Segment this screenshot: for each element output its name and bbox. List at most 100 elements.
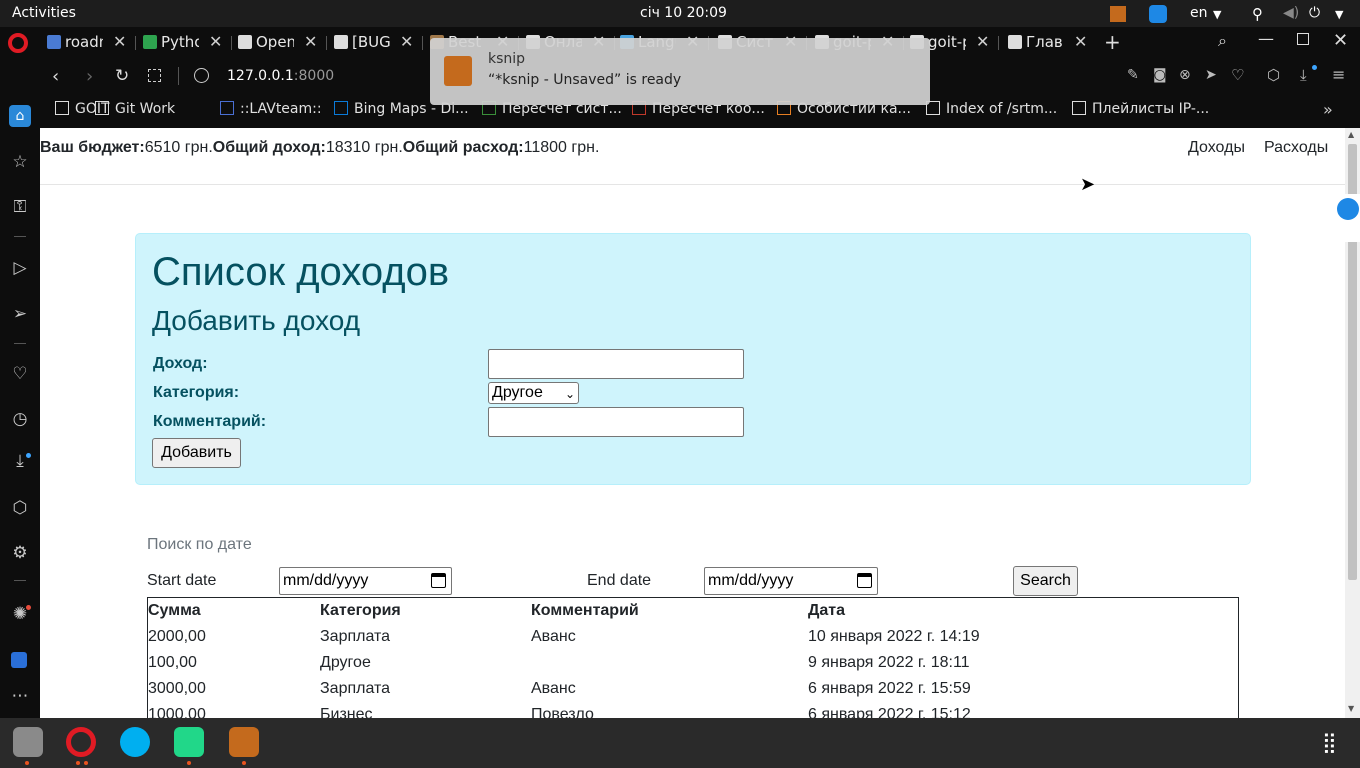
table-cell: Зарплата [320,680,391,697]
calendar-icon[interactable] [857,573,872,588]
ksnip-tray-icon[interactable] [1110,6,1126,22]
history-icon[interactable]: ◷ [9,408,31,430]
browser-tab[interactable]: Главн [1008,33,1064,53]
opera-menu-icon[interactable] [8,33,28,53]
camera-icon[interactable]: ◙ [1153,67,1167,83]
column-header-category[interactable]: Категория [320,598,531,624]
comment-input[interactable] [488,407,744,437]
browser-tab[interactable]: Pytho [143,33,199,53]
url-input[interactable]: 127.0.0.1:8000 [227,68,334,84]
system-clock[interactable]: січ 10 20:09 [640,5,727,21]
more-icon[interactable]: ⋯ [9,685,31,707]
table-cell: 10 января 2022 г. 14:19 [808,628,980,645]
snapshot-edit-icon[interactable]: ✎ [1127,67,1139,83]
downloads-icon[interactable]: ⤓ [1300,66,1307,84]
extensions-sidebar-icon[interactable]: ⚿ [9,196,31,218]
forward-icon[interactable]: › [86,66,93,87]
nav-income-link[interactable]: Доходы [1188,139,1245,157]
power-icon[interactable]: ⏻ [1309,5,1320,21]
notification-message: “*ksnip - Unsaved” is ready [488,72,682,88]
pinboard-heart-icon[interactable]: ♡ [9,363,31,385]
flow-icon[interactable]: ➢ [9,303,31,325]
files-app-icon[interactable] [13,727,43,757]
send-icon[interactable]: ➤ [1205,67,1217,83]
bookmark-item[interactable]: Git Work [95,101,175,117]
tab-close-icon[interactable]: ✕ [400,32,413,51]
tab-overview-icon[interactable] [148,69,161,82]
minimize-window-icon[interactable]: — [1258,29,1274,48]
speed-dial-icon[interactable]: ⌂ [9,105,31,127]
opera-app-icon[interactable] [66,727,96,757]
column-header-comment[interactable]: Комментарий [531,598,808,624]
total-income-value: 18310 грн. [325,139,403,156]
table-row: 2000,00 Зарплата Аванс 10 января 2022 г. 14… [148,624,1108,650]
table-cell: Аванс [531,680,576,697]
browser-tab[interactable]: [BUG] [334,33,390,53]
easy-setup-menu-icon[interactable]: ≡ [1332,65,1345,84]
chevron-down-icon[interactable]: ▼ [1213,8,1221,21]
ksnip-notification[interactable]: ksnip “*ksnip - Unsaved” is ready [430,38,930,105]
bookmark-item[interactable]: ::LAVteam:: [220,101,322,117]
bookmark-item[interactable]: Плейлисты IP-... [1072,101,1209,117]
tab-close-icon[interactable]: ✕ [1074,32,1087,51]
more-bookmarks-icon[interactable]: » [1323,100,1333,119]
close-window-icon[interactable]: ✕ [1333,30,1348,51]
scroll-up-icon[interactable]: ▲ [1348,130,1354,139]
teamviewer-icon[interactable] [1337,198,1359,220]
adblock-icon[interactable]: ⊗ [1179,67,1191,83]
teamviewer-side-tab[interactable] [1335,194,1360,242]
browser-tab[interactable]: Open [238,33,294,53]
search-button[interactable]: Search [1013,566,1078,596]
ksnip-app-icon[interactable] [229,727,259,757]
start-date-input[interactable]: mm/dd/yyyy [279,567,452,595]
column-header-amount[interactable]: Сумма [148,598,320,624]
show-apps-icon[interactable]: ⣿ [1322,730,1337,754]
end-date-input[interactable]: mm/dd/yyyy [704,567,878,595]
search-tabs-icon[interactable]: ⌕ [1218,31,1227,51]
extensions-icon[interactable]: ⬡ [1267,66,1280,84]
maximize-window-icon[interactable] [1297,33,1309,45]
tab-close-icon[interactable]: ✕ [113,32,126,51]
tab-close-icon[interactable]: ✕ [304,32,317,51]
site-info-icon[interactable] [194,68,209,83]
skype-app-icon[interactable] [120,727,150,757]
pycharm-app-icon[interactable] [174,727,204,757]
form-title: Добавить доход [152,305,361,336]
add-income-button[interactable]: Добавить [152,438,241,468]
total-expense-label: Общий расход: [402,139,524,156]
player-icon[interactable]: ▷ [9,257,31,279]
teamviewer-tray-icon[interactable] [1149,5,1167,23]
calendar-icon[interactable] [431,573,446,588]
bookmark-label: Плейлисты IP-... [1092,101,1210,117]
table-cell: Повезло [531,706,594,718]
amount-input[interactable] [488,349,744,379]
reload-icon[interactable]: ↻ [115,66,129,86]
system-menu-chevron-icon[interactable]: ▼ [1335,8,1343,21]
back-icon[interactable]: ‹ [52,66,59,87]
budget-value: 6510 грн. [144,139,213,156]
extensions-cube-icon[interactable]: ⬡ [9,497,31,519]
table-cell: 3000,00 [148,680,206,697]
chevron-down-icon: ⌄ [564,387,575,401]
new-tab-button[interactable]: + [1104,30,1121,54]
browser-tab[interactable]: roadm [47,33,103,53]
activities-button[interactable]: Activities [12,5,76,21]
tab-favicon-icon [143,35,157,49]
keyboard-layout[interactable]: en [1190,5,1208,21]
url-host: 127.0.0.1 [227,68,294,84]
category-select[interactable]: Другое ⌄ [488,382,579,404]
bookmarks-star-icon[interactable]: ☆ [9,151,31,173]
volume-icon[interactable]: ◀) [1283,5,1299,21]
column-header-date[interactable]: Дата [808,598,1108,624]
nav-expenses-link[interactable]: Расходы [1264,139,1328,157]
network-icon[interactable]: ⚲ [1252,5,1263,23]
settings-gear-icon[interactable]: ⚙ [9,542,31,564]
heart-icon[interactable]: ♡ [1231,66,1244,84]
bookmark-item[interactable]: Index of /srtm... [926,101,1057,117]
mouse-cursor: ➤ [1080,174,1096,195]
translate-extension-icon[interactable] [11,652,27,668]
tab-close-icon[interactable]: ✕ [209,32,222,51]
tab-close-icon[interactable]: ✕ [976,32,989,51]
table-cell: 2000,00 [148,628,206,645]
scroll-down-icon[interactable]: ▼ [1348,704,1354,713]
